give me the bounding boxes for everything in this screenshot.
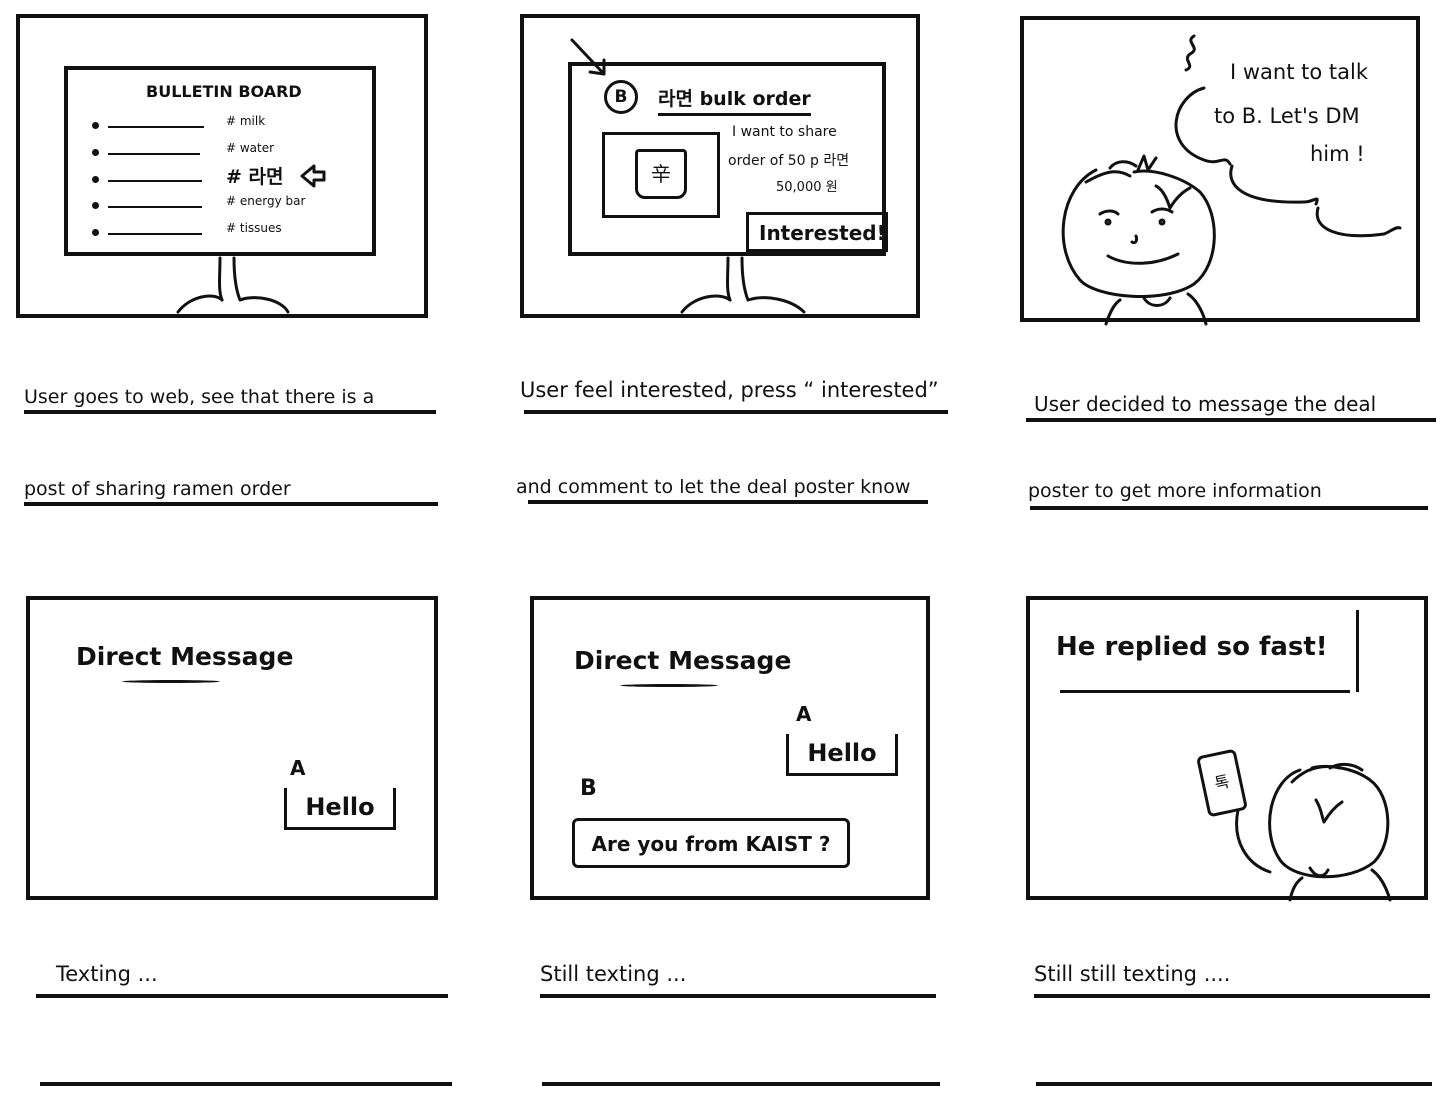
bullet-dot [92,202,99,209]
exclaim-box-bottom [1060,690,1350,693]
interested-button[interactable]: Interested! [746,212,888,252]
caption-5-line-2 [542,1082,940,1086]
bullet-line [108,126,204,128]
caption-1-line-2 [24,502,438,506]
tag-label: # water [226,141,275,155]
pointer-arrow-icon [300,164,326,188]
caption-4-text-1: Texting ... [56,962,158,986]
bullet-line [108,153,200,155]
caption-4-line-1 [36,994,448,998]
panel-6-frame: He replied so fast! 톡 [1026,596,1428,902]
product-image: 辛 [602,132,720,218]
sender-a-label: A [290,756,306,780]
bullet-dot [92,229,99,236]
caption-6-text-1: Still still texting .... [1034,962,1231,986]
message-a-bubble: Hello [284,788,396,830]
tag-label: # milk [226,114,266,128]
caption-6-line-2 [1036,1082,1432,1086]
post-text-3: 50,000 원 [776,180,838,195]
monitor-stand-icon [680,256,806,314]
poster-avatar: B [604,80,638,114]
dm-title-underline [122,680,220,683]
bullet-dot [92,176,99,183]
bullet-line [108,233,202,235]
user-face-icon [1061,154,1216,326]
caption-1-text-1: User goes to web, see that there is a [24,386,375,408]
caption-1-text-2: post of sharing ramen order [24,478,291,500]
thought-text-1: I want to talk [1230,60,1368,84]
monitor-stand-icon [176,256,290,314]
bullet-dot [92,122,99,129]
panel-5-frame: Direct Message A Hello B Are you from KA… [530,596,930,900]
message-a-bubble: Hello [786,734,898,776]
post-title[interactable]: 라면 bulk order [658,84,811,116]
thought-text-3: him ! [1310,142,1365,166]
caption-3-text-2: poster to get more information [1028,480,1322,502]
sender-a-label: A [796,702,812,726]
dm-title-underline [620,684,718,687]
exclaim-text: He replied so fast! [1056,632,1328,662]
exclaim-box-right [1356,610,1359,692]
phone-label: 톡 [1212,771,1232,794]
post-text-1: I want to share [732,124,837,140]
caption-5-text-1: Still texting ... [540,962,687,986]
bulletin-board-screen: BULLETIN BOARD # milk # water # 라면 # ene… [64,66,376,256]
panel-1-frame: BULLETIN BOARD # milk # water # 라면 # ene… [16,14,428,318]
post-screen: B 라면 bulk order 辛 I want to share order … [568,62,888,256]
caption-2-text-2: and comment to let the deal poster know [516,476,911,498]
caption-5-line-1 [540,994,936,998]
caption-2-line-1 [524,410,948,414]
user-face-icon [1235,762,1392,902]
product-label: 辛 [651,162,671,186]
caption-3-text-1: User decided to message the deal [1034,392,1377,416]
bullet-line [108,206,202,208]
cursor-arrow-icon [570,38,606,76]
tag-label: # energy bar [226,194,306,208]
poster-avatar-letter: B [614,87,628,107]
bullet-dot [92,149,99,156]
caption-2-line-2 [528,500,928,504]
caption-1-line-1 [24,410,436,414]
panel-3-frame: I want to talk to B. Let's DM him ! [1020,16,1420,326]
caption-3-line-1 [1026,418,1436,422]
dm-title: Direct Message [76,642,294,671]
dm-title: Direct Message [574,646,792,675]
bullet-line [108,180,202,182]
tag-label-highlighted: # 라면 [226,166,284,188]
message-b-bubble: Are you from KAIST ? [572,818,850,868]
bulletin-board-title: BULLETIN BOARD [146,82,302,101]
panel-2-frame: B 라면 bulk order 辛 I want to share order … [520,14,920,318]
caption-6-line-1 [1034,994,1430,998]
post-text-2: order of 50 p 라면 [728,153,850,169]
ramen-cup-icon: 辛 [635,149,687,199]
thought-text-2: to B. Let's DM [1214,104,1360,128]
caption-2-text-1: User feel interested, press “ interested… [520,378,939,402]
tag-label: # tissues [226,221,282,235]
sender-b-label: B [580,776,597,801]
caption-4-line-2 [40,1082,452,1086]
caption-3-line-2 [1030,506,1428,510]
panel-4-frame: Direct Message A Hello [26,596,438,900]
